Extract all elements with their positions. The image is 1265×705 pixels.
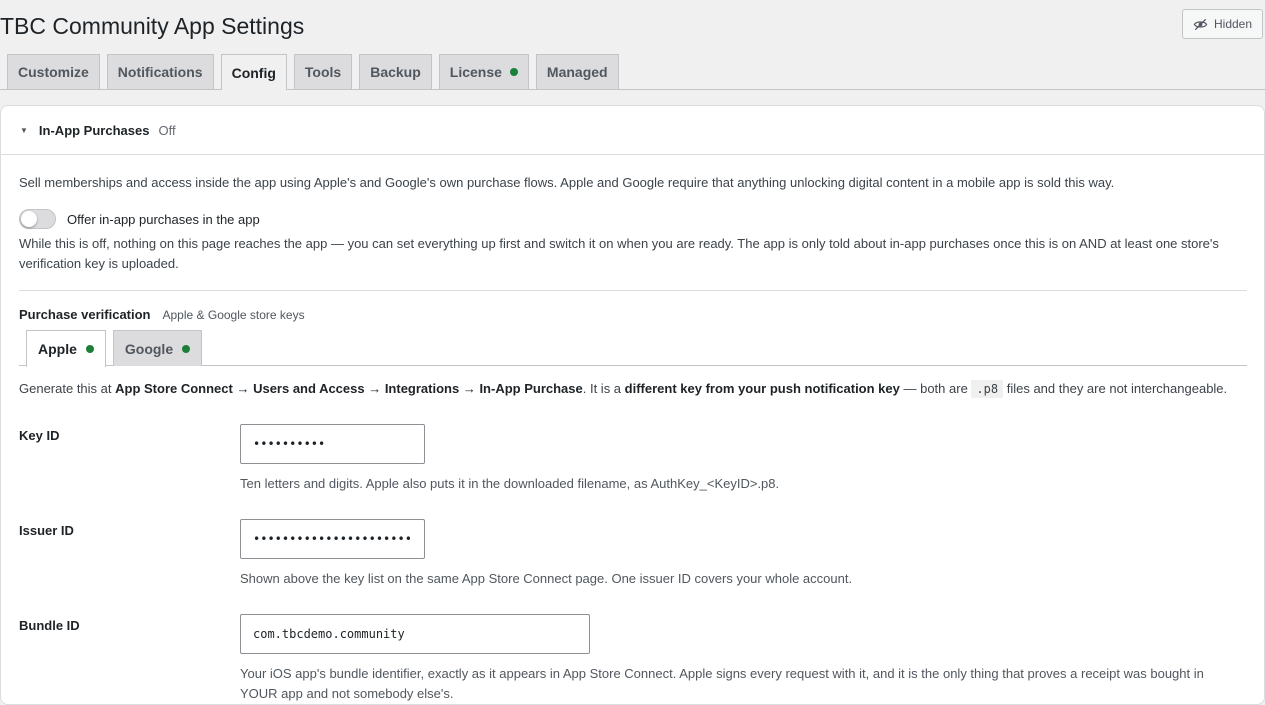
- tab-label: Apple: [38, 341, 77, 357]
- p8-code: .p8: [971, 380, 1004, 398]
- toggle-knob: [21, 211, 37, 227]
- generate-mid: . It is a: [582, 381, 625, 396]
- panel-header[interactable]: ▼ In-App Purchases Off: [1, 106, 1264, 155]
- tab-label: Notifications: [117, 64, 203, 80]
- tab-label: License: [449, 64, 502, 80]
- generate-mid2: — both are: [899, 381, 972, 396]
- store-tabs-divider: [19, 365, 1247, 366]
- tab-managed[interactable]: Managed: [535, 54, 619, 89]
- key-id-input[interactable]: [240, 424, 425, 464]
- tab-license[interactable]: License: [438, 54, 529, 89]
- page-title: TBC Community App Settings: [0, 13, 305, 39]
- issuer-id-label: Issuer ID: [19, 523, 74, 538]
- tab-label: Customize: [18, 64, 89, 80]
- key-id-help: Ten letters and digits. Apple also puts …: [240, 476, 780, 491]
- purchase-verification-heading: Purchase verification Apple & Google sto…: [19, 307, 305, 322]
- tab-customize[interactable]: Customize: [7, 54, 100, 89]
- generate-suffix: files and they are not interchangeable.: [1003, 381, 1228, 396]
- tab-notifications[interactable]: Notifications: [106, 54, 214, 89]
- tab-tools[interactable]: Tools: [293, 54, 353, 89]
- tab-apple[interactable]: Apple: [26, 330, 106, 367]
- settings-tabs: Customize Notifications Config Tools Bac…: [7, 54, 619, 90]
- generate-path: App Store Connect → Users and Access → I…: [115, 381, 583, 396]
- generate-prefix: Generate this at: [19, 381, 116, 396]
- generate-key-instructions: Generate this at App Store Connect → Use…: [19, 380, 1228, 398]
- intro-text: Sell memberships and access inside the a…: [19, 175, 1115, 190]
- tab-label: Google: [124, 340, 174, 357]
- tab-google[interactable]: Google: [112, 330, 203, 366]
- key-id-label: Key ID: [19, 428, 60, 443]
- apple-status-dot: [85, 345, 94, 353]
- hidden-button-label: Hidden: [1213, 17, 1253, 31]
- verification-title: Purchase verification: [19, 307, 151, 322]
- panel-title: In-App Purchases: [38, 122, 150, 138]
- hidden-button[interactable]: Hidden: [1182, 9, 1263, 39]
- bundle-id-help: Your iOS app's bundle identifier, exactl…: [240, 666, 1204, 701]
- tab-label: Tools: [304, 64, 342, 80]
- collapse-caret-icon[interactable]: ▼: [20, 126, 28, 135]
- license-status-dot: [509, 68, 518, 76]
- iap-toggle-label: Offer in-app purchases in the app: [67, 211, 260, 227]
- generate-emphasis: different key from your push notificatio…: [624, 381, 900, 396]
- bundle-id-label: Bundle ID: [19, 618, 80, 633]
- tab-backup[interactable]: Backup: [359, 54, 432, 89]
- iap-toggle-row: Offer in-app purchases in the app: [19, 209, 260, 229]
- section-divider: [19, 290, 1247, 291]
- tab-label: Managed: [546, 64, 608, 80]
- store-tabs: Apple Google: [26, 330, 203, 367]
- tab-config[interactable]: Config: [220, 54, 287, 90]
- issuer-id-input[interactable]: [240, 519, 425, 559]
- google-status-dot: [182, 344, 191, 353]
- iap-toggle-switch[interactable]: [19, 209, 56, 229]
- tab-label: Backup: [370, 64, 421, 80]
- eye-slash-icon: [1193, 18, 1208, 30]
- panel-status: Off: [158, 122, 176, 138]
- bundle-id-input[interactable]: [240, 614, 590, 654]
- issuer-id-help: Shown above the key list on the same App…: [240, 571, 853, 586]
- tab-label: Config: [231, 64, 276, 81]
- in-app-purchases-panel: ▼ In-App Purchases Off Sell memberships …: [0, 105, 1265, 705]
- verification-subtitle: Apple & Google store keys: [162, 308, 305, 322]
- toggle-help-text: While this is off, nothing on this page …: [19, 236, 1219, 271]
